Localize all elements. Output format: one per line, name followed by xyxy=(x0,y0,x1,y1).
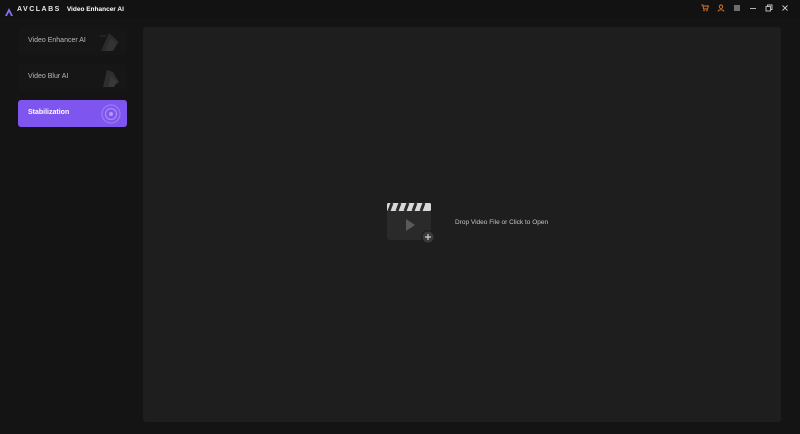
sidebar-item-stabilization[interactable]: Stabilization xyxy=(18,100,127,127)
app-title: Video Enhancer AI xyxy=(66,5,124,13)
close-icon[interactable] xyxy=(780,3,790,13)
minimize-icon[interactable] xyxy=(748,3,758,13)
sidebar: Video Enhancer AI Video Blur AI Stabiliz… xyxy=(18,28,127,136)
sidebar-item-video-enhancer-ai[interactable]: Video Enhancer AI xyxy=(18,28,127,55)
sidebar-item-video-blur-ai[interactable]: Video Blur AI xyxy=(18,64,127,91)
title-actions xyxy=(700,3,790,13)
cart-icon[interactable] xyxy=(700,3,710,13)
menu-icon[interactable] xyxy=(732,3,742,13)
brand: AVCLABS Video Enhancer AI xyxy=(4,4,124,16)
clapperboard-add-icon[interactable] xyxy=(383,198,439,246)
blur-art-icon xyxy=(97,66,123,89)
brand-name: AVCLABS xyxy=(17,5,61,13)
user-icon[interactable] xyxy=(716,3,726,13)
sidebar-item-label: Stabilization xyxy=(28,109,70,116)
sidebar-item-label: Video Enhancer AI xyxy=(28,37,86,44)
title-bar: AVCLABS Video Enhancer AI xyxy=(0,0,800,18)
sidebar-item-label: Video Blur AI xyxy=(28,73,69,80)
restore-icon[interactable] xyxy=(764,3,774,13)
workspace: Drop Video File or Click to Open xyxy=(143,27,781,422)
drop-zone[interactable]: Drop Video File or Click to Open xyxy=(383,198,553,246)
stabilization-art-icon xyxy=(97,102,123,125)
enhancer-art-icon xyxy=(97,30,123,53)
drop-instructions: Drop Video File or Click to Open xyxy=(455,218,549,226)
avclabs-logo-icon xyxy=(4,4,14,16)
